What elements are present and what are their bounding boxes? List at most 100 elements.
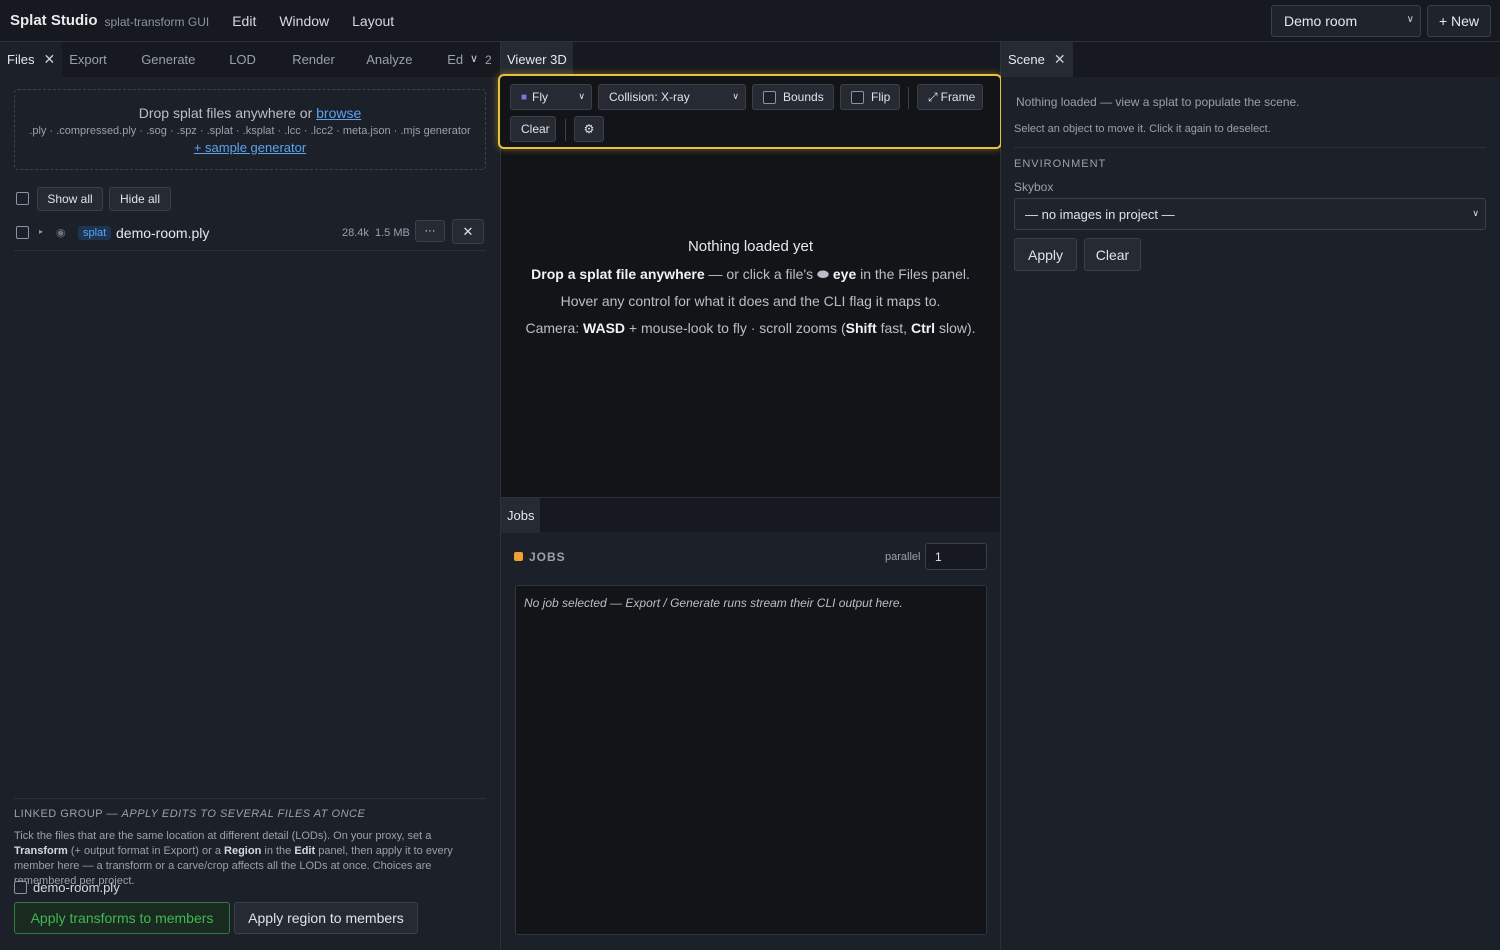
tab-analyze[interactable]: Analyze [363,42,443,77]
file-row[interactable]: ▸ ◉ splat demo-room.ply 28.4k 1.5 MB ···… [14,218,486,251]
menubar: Splat Studio splat-transform GUI Edit Wi… [0,0,1500,42]
chevron-down-icon: ∨ [1406,14,1414,25]
hint-text: fast, [876,320,911,336]
file-row-checkbox[interactable] [16,226,29,239]
jobs-heading: JOBS [529,550,566,564]
camera-mode-select[interactable]: ■ Fly ∨ [510,84,592,110]
flip-toggle[interactable]: Flip [840,84,900,110]
job-empty-text: No job selected — Export / Generate runs… [524,596,903,610]
overflow-count[interactable]: 2 [485,53,492,67]
file-more-button[interactable]: ··· [415,220,445,242]
key-wasd: WASD [583,320,626,336]
file-size: 1.5 MB [375,227,410,239]
tab-files-label: Files [7,52,35,67]
viewer-toolbar: ■ Fly ∨ Collision: X-ray ∨ Bounds Flip ⤢… [498,74,1002,149]
viewer-tabbar: Viewer 3D [501,42,1000,77]
scene-tabbar: Scene ✕ [1001,42,1500,77]
skybox-clear-button[interactable]: Clear [1084,238,1141,271]
tab-scene[interactable]: Scene ✕ [1001,42,1073,77]
menu-edit[interactable]: Edit [232,13,256,29]
file-type-badge: splat [78,226,112,240]
app-subtitle: splat-transform GUI [104,14,210,29]
linked-group-subtitle: APPLY EDITS TO SEVERAL FILES AT ONCE [121,808,366,820]
bounds-toggle[interactable]: Bounds [752,84,834,110]
skybox-apply-button[interactable]: Apply [1014,238,1077,271]
select-all-checkbox[interactable] [16,192,29,205]
linked-group-title: LINKED GROUP — [14,808,122,820]
frame-button[interactable]: ⤢ Frame [917,84,983,110]
desc-transform: Transform [14,845,68,857]
hint-text: + mouse-look to fly · scroll zooms ( [625,320,846,336]
browse-link[interactable]: browse [316,105,361,121]
skybox-value: — no images in project — [1025,206,1175,222]
job-output-box[interactable]: No job selected — Export / Generate runs… [515,585,987,935]
dropzone-prompt: Drop splat files anywhere or [138,105,313,121]
eye-icon[interactable]: ◉ [56,226,66,239]
desc-part: in the [264,845,292,857]
skybox-select[interactable]: — no images in project — ∨ [1014,198,1486,230]
parallel-input[interactable]: 1 [925,543,987,570]
expand-icon[interactable]: ▸ [39,227,43,236]
tab-files[interactable]: Files ✕ [0,42,63,77]
menu-window[interactable]: Window [279,13,329,29]
project-select[interactable]: Demo room ∨ [1271,5,1421,37]
frame-label: Frame [940,90,976,104]
viewer-instruction-3: Camera: WASD + mouse-look to fly · scrol… [501,320,1000,336]
tab-jobs[interactable]: Jobs [501,497,541,533]
scene-hint: Select an object to move it. Click it ag… [1014,123,1271,135]
close-icon[interactable]: ✕ [1054,51,1066,68]
bounds-checkbox[interactable] [763,90,776,104]
flip-checkbox[interactable] [851,90,864,104]
eye-hint: eye [832,266,857,282]
new-project-button[interactable]: + New [1427,5,1491,37]
tab-edit-truncated[interactable]: Ed [443,42,470,77]
hint-text: — or click a file's [704,266,818,282]
show-all-button[interactable]: Show all [37,187,103,211]
jobs-panel: Jobs JOBS parallel 1 No job selected — E… [501,497,1000,950]
tab-export[interactable]: Export [62,42,136,77]
viewer-instruction-2: Hover any control for what it does and t… [560,293,941,309]
parallel-label: parallel [885,551,921,563]
collision-select[interactable]: Collision: X-ray ∨ [598,84,746,110]
desc-region: Region [224,845,262,857]
hint-text: in the Files panel. [856,266,970,282]
environment-heading: ENVIRONMENT [1014,158,1107,170]
skybox-label: Skybox [1014,180,1054,194]
tab-generate[interactable]: Generate [136,42,225,77]
file-remove-button[interactable]: ✕ [452,219,484,244]
overflow-chevron-icon[interactable]: ∨ [470,52,478,65]
menu-layout[interactable]: Layout [352,13,394,29]
camera-mode-value: Fly [532,90,549,104]
linked-group-divider [14,798,486,799]
hide-all-button[interactable]: Hide all [109,187,171,211]
member-checkbox[interactable] [14,881,27,894]
dropzone-formats: .ply · .compressed.ply · .sog · .spz · .… [29,125,471,137]
scene-divider [1014,147,1486,148]
apply-transforms-button[interactable]: Apply transforms to members [14,902,230,934]
scene-empty-text: Nothing loaded — view a splat to populat… [1016,95,1300,109]
hint-text: Camera: [525,320,584,336]
desc-part: (+ output format in Export) or a [70,845,221,857]
tab-viewer-3d[interactable]: Viewer 3D [501,42,573,77]
file-dropzone[interactable]: Drop splat files anywhere or browse .ply… [14,89,486,170]
linked-group-heading: LINKED GROUP — APPLY EDITS TO SEVERAL FI… [14,808,365,820]
chevron-down-icon: ∨ [1472,208,1479,218]
project-select-value: Demo room [1284,13,1358,29]
jobs-tabbar: Jobs [501,497,1000,533]
sample-generator-link[interactable]: + sample generator [194,140,306,155]
apply-region-button[interactable]: Apply region to members [234,902,418,934]
settings-button[interactable]: ⚙ [574,116,604,142]
tab-render[interactable]: Render [286,42,363,77]
close-icon[interactable]: ✕ [43,51,55,68]
scene-panel: Scene ✕ Nothing loaded — view a splat to… [1001,42,1500,950]
chevron-down-icon: ∨ [578,91,585,101]
desc-edit: Edit [294,845,316,857]
gamepad-icon: ■ [521,91,528,103]
tab-lod[interactable]: LOD [225,42,286,77]
file-name[interactable]: demo-room.ply [116,225,209,241]
toolbar-separator [565,119,566,141]
member-label: demo-room.ply [33,880,120,895]
dropzone-text: Drop splat files anywhere or browse [15,105,485,121]
clear-viewer-button[interactable]: Clear [510,116,556,142]
drop-hint: Drop a splat file anywhere [531,266,705,282]
